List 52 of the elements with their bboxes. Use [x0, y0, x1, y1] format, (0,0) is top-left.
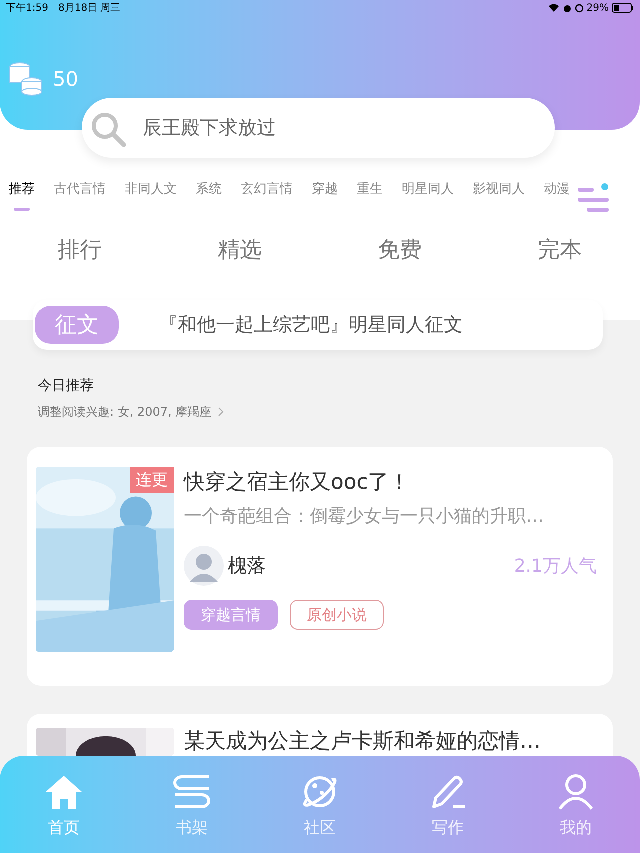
- update-badge: 连更: [130, 467, 174, 493]
- genre-tag[interactable]: 穿越言情: [184, 600, 278, 630]
- genre-tag[interactable]: 原创小说: [290, 600, 384, 630]
- book-summary: 一个奇葩组合：倒霉少女与一只小猫的升职…: [184, 505, 545, 529]
- section-title: 今日推荐: [38, 377, 95, 396]
- nav-tab[interactable]: 我的: [512, 774, 640, 853]
- category-tab[interactable]: 明星同人: [402, 180, 454, 200]
- category-tab[interactable]: 非同人文: [125, 180, 177, 200]
- search-field[interactable]: 辰王殿下求放过: [82, 98, 555, 158]
- status-time: 下午1:59: [6, 2, 48, 16]
- book-title[interactable]: 快穿之宿主你又ooc了！: [184, 467, 597, 497]
- category-link[interactable]: 排行: [58, 234, 102, 267]
- status-date: 8月18日 周三: [58, 2, 121, 16]
- alarm-icon: [562, 4, 572, 12]
- category-tab[interactable]: 古代言情: [54, 180, 106, 200]
- wifi-icon: [548, 4, 559, 12]
- category-tab[interactable]: 动漫: [544, 180, 570, 200]
- home-icon: [44, 774, 84, 810]
- coin-count: 50: [53, 66, 78, 93]
- rotation-lock-icon: [574, 4, 584, 12]
- category-tab[interactable]: 重生: [357, 180, 383, 200]
- category-tab[interactable]: 玄幻言情: [241, 180, 293, 200]
- category-link[interactable]: 精选: [218, 234, 262, 267]
- user-icon: [557, 774, 595, 810]
- nav-tab[interactable]: 写作: [384, 774, 512, 853]
- category-tab[interactable]: 系统: [196, 180, 222, 200]
- battery-percent: 29%: [586, 2, 609, 16]
- book-title[interactable]: 某天成为公主之卢卡斯和希娅的恋情…: [184, 728, 541, 755]
- contest-title: 『和他一起上综艺吧』明星同人征文: [159, 312, 463, 338]
- contest-badge: 征文: [35, 306, 119, 344]
- category-tab[interactable]: 穿越: [312, 180, 338, 200]
- planet-icon: [301, 774, 339, 810]
- category-tab[interactable]: 影视同人: [473, 180, 525, 200]
- category-tab[interactable]: 推荐: [9, 180, 35, 210]
- search-icon: [91, 112, 127, 148]
- books-icon: [173, 774, 211, 810]
- battery-icon: [612, 3, 634, 13]
- category-link[interactable]: 完本: [538, 234, 582, 267]
- nav-tab[interactable]: 社区: [256, 774, 384, 853]
- contest-card[interactable]: 征文 『和他一起上综艺吧』明星同人征文: [33, 300, 603, 350]
- nav-tab[interactable]: 首页: [0, 774, 128, 853]
- menu-icon[interactable]: [577, 183, 611, 214]
- interest-link[interactable]: 调整阅读兴趣: 女, 2007, 摩羯座: [38, 403, 640, 421]
- book-card[interactable]: 连更 快穿之宿主你又ooc了！ 一个奇葩组合：倒霉少女与一只小猫的升职… 槐落 2.1万人气 穿越言情 原创小说: [27, 447, 613, 686]
- book-card[interactable]: 某天成为公主之卢卡斯和希娅的恋情…: [27, 714, 613, 756]
- avatar: [184, 546, 224, 586]
- coins-icon: [9, 62, 43, 96]
- chevron-icon: [218, 407, 224, 417]
- category-link[interactable]: 免费: [378, 234, 422, 267]
- author-name: 槐落: [228, 554, 266, 579]
- popularity-count: 2.1万人气: [514, 554, 597, 578]
- interest-text: 调整阅读兴趣: 女, 2007, 摩羯座: [38, 404, 212, 421]
